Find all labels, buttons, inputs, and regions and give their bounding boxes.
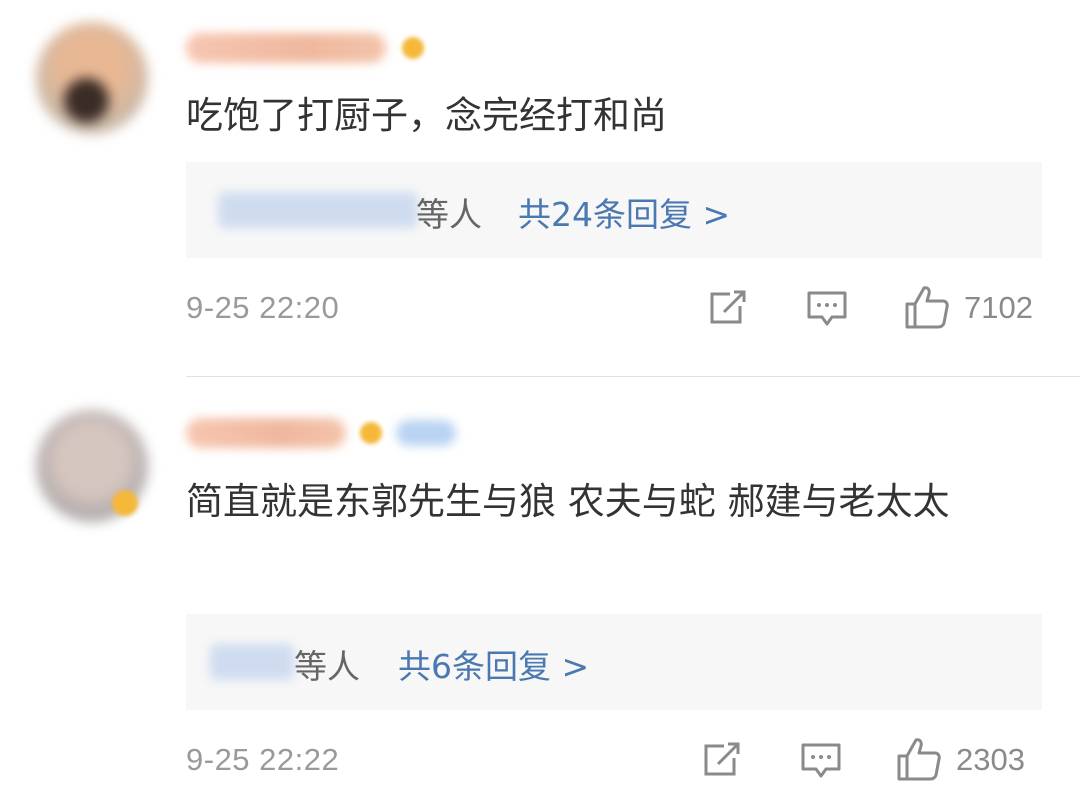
like-count: 2303 [956,742,1025,777]
view-replies-link[interactable]: 共24条回复 > [518,188,730,236]
thumbs-up-icon [897,738,941,781]
vip-badge-icon [112,490,138,516]
comment-text: 简直就是东郭先生与狼 农夫与蛇 郝建与老太太 [186,480,950,523]
comment-text: 吃饱了打厨子，念完经打和尚 [186,94,667,137]
username[interactable] [186,33,386,63]
like-button[interactable] [904,284,950,330]
like-count: 7102 [964,290,1033,325]
reply-preview[interactable]: 等人 共24条回复 > [186,162,1042,258]
like-button[interactable] [896,736,942,782]
comment-button[interactable] [806,290,848,328]
share-button[interactable] [708,290,748,326]
thumbs-up-icon [905,286,949,329]
comment-icon [807,291,847,326]
share-button[interactable] [702,742,742,778]
comment-icon [801,743,841,778]
vip-badge-icon [360,422,382,444]
username[interactable] [186,418,346,448]
vip-badge-icon [402,37,424,59]
comment-button[interactable] [800,742,842,780]
reply-usernames [210,644,294,680]
divider [186,376,1080,377]
timestamp: 9-25 22:22 [186,742,340,777]
reply-usernames [218,192,418,228]
reply-preview[interactable]: 等人 共6条回复 > [186,614,1042,710]
avatar[interactable] [36,22,148,134]
share-icon [704,742,740,776]
timestamp: 9-25 22:20 [186,290,340,325]
level-badge-icon [396,420,456,446]
reply-suffix: 等人 [416,195,482,234]
share-icon [710,290,746,324]
view-replies-link[interactable]: 共6条回复 > [398,640,589,688]
reply-suffix: 等人 [294,647,360,686]
